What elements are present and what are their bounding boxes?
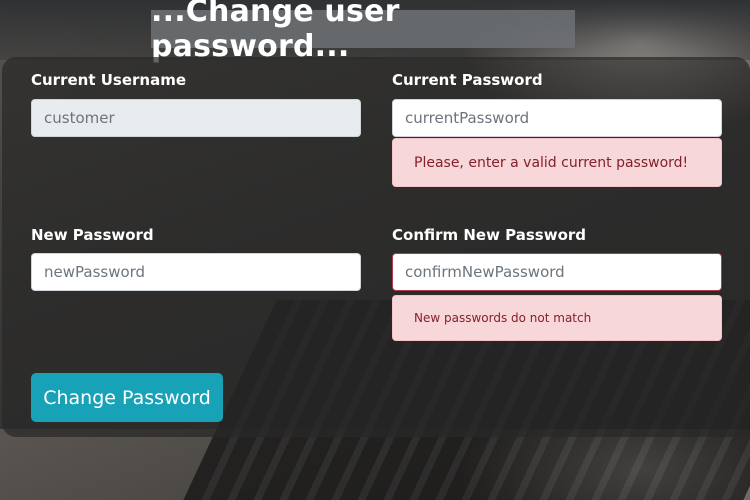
page-title: ...Change user password... <box>151 0 400 64</box>
new-password-label: New Password <box>31 226 154 244</box>
current-password-input[interactable] <box>392 99 722 137</box>
current-username-input[interactable] <box>31 99 361 137</box>
current-username-label: Current Username <box>31 71 187 89</box>
current-password-label: Current Password <box>392 71 543 89</box>
confirm-password-error-alert: New passwords do not match <box>392 295 722 341</box>
new-password-input[interactable] <box>31 253 361 291</box>
confirm-new-password-label: Confirm New Password <box>392 226 587 244</box>
change-password-button[interactable]: Change Password <box>31 373 223 422</box>
title-banner: ...Change user password... <box>151 0 575 64</box>
confirm-new-password-input[interactable] <box>392 253 722 291</box>
current-password-error-alert: Please, enter a valid current password! <box>392 138 722 187</box>
